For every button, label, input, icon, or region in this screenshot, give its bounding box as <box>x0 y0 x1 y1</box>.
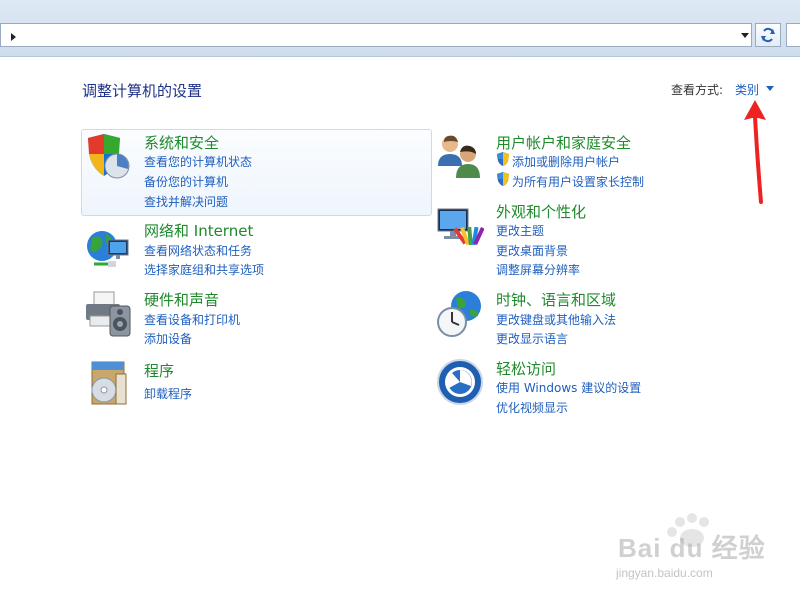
view-by-label: 查看方式: <box>671 83 724 97</box>
search-box[interactable] <box>786 23 800 47</box>
address-bar[interactable] <box>0 23 752 47</box>
category-programs-link-1[interactable]: 卸载程序 <box>144 385 192 402</box>
category-ease-link-2[interactable]: 优化视频显示 <box>496 399 568 416</box>
monitor-palette-icon <box>437 208 484 246</box>
page-title: 调整计算机的设置 <box>82 82 203 100</box>
category-system-link-3[interactable]: 查找并解决问题 <box>144 193 228 210</box>
ease-of-access-icon <box>437 359 483 405</box>
users-icon <box>438 135 480 178</box>
uac-shield-icon <box>497 152 509 166</box>
category-clock-title[interactable]: 时钟、语言和区域 <box>496 289 616 310</box>
category-ease-link-1[interactable]: 使用 Windows 建议的设置 <box>496 379 641 396</box>
shield-pie-icon <box>88 134 130 179</box>
globe-network-icon <box>87 231 129 267</box>
category-appearance-link-2[interactable]: 更改桌面背景 <box>496 242 568 259</box>
category-users-link-1[interactable]: 添加或删除用户帐户 <box>512 153 620 170</box>
uac-shield-icon <box>497 172 509 186</box>
red-annotation-arrow-icon <box>744 100 766 204</box>
refresh-button[interactable] <box>755 23 781 47</box>
program-box-icon <box>91 361 127 405</box>
window-toolbar <box>0 0 800 57</box>
address-edge-glyph <box>1 28 7 42</box>
category-appearance-link-1[interactable]: 更改主题 <box>496 222 544 239</box>
watermark-url: jingyan.baidu.com <box>616 566 713 580</box>
category-system-link-2[interactable]: 备份您的计算机 <box>144 173 228 190</box>
category-clock-link-2[interactable]: 更改显示语言 <box>496 330 568 347</box>
category-users-title[interactable]: 用户帐户和家庭安全 <box>496 132 631 153</box>
category-appearance-title[interactable]: 外观和个性化 <box>496 201 586 222</box>
refresh-icon <box>761 27 775 43</box>
category-programs-title[interactable]: 程序 <box>144 360 174 381</box>
category-clock-link-1[interactable]: 更改键盘或其他输入法 <box>496 311 616 328</box>
category-hardware-title[interactable]: 硬件和声音 <box>144 289 219 310</box>
category-hardware-link-1[interactable]: 查看设备和打印机 <box>144 311 240 328</box>
view-by-dropdown[interactable]: 类别 <box>735 81 759 98</box>
address-dropdown-icon[interactable] <box>741 33 749 38</box>
printer-speaker-icon <box>86 291 131 337</box>
category-users-link-2[interactable]: 为所有用户设置家长控制 <box>512 173 644 190</box>
category-system-hover-box[interactable] <box>81 129 432 216</box>
watermark-brand: Bai du 经验 <box>618 533 766 563</box>
category-system-title[interactable]: 系统和安全 <box>144 132 219 153</box>
breadcrumb-arrow-icon[interactable] <box>11 33 16 41</box>
category-system-link-1[interactable]: 查看您的计算机状态 <box>144 153 252 170</box>
category-ease-title[interactable]: 轻松访问 <box>496 358 556 379</box>
category-appearance-link-3[interactable]: 调整屏幕分辨率 <box>496 261 580 278</box>
category-network-link-2[interactable]: 选择家庭组和共享选项 <box>144 261 264 278</box>
category-network-link-1[interactable]: 查看网络状态和任务 <box>144 242 252 259</box>
category-network-title[interactable]: 网络和 Internet <box>144 220 253 241</box>
clock-globe-icon <box>437 291 481 337</box>
view-by-caret-icon[interactable] <box>766 86 774 91</box>
category-hardware-link-2[interactable]: 添加设备 <box>144 330 192 347</box>
